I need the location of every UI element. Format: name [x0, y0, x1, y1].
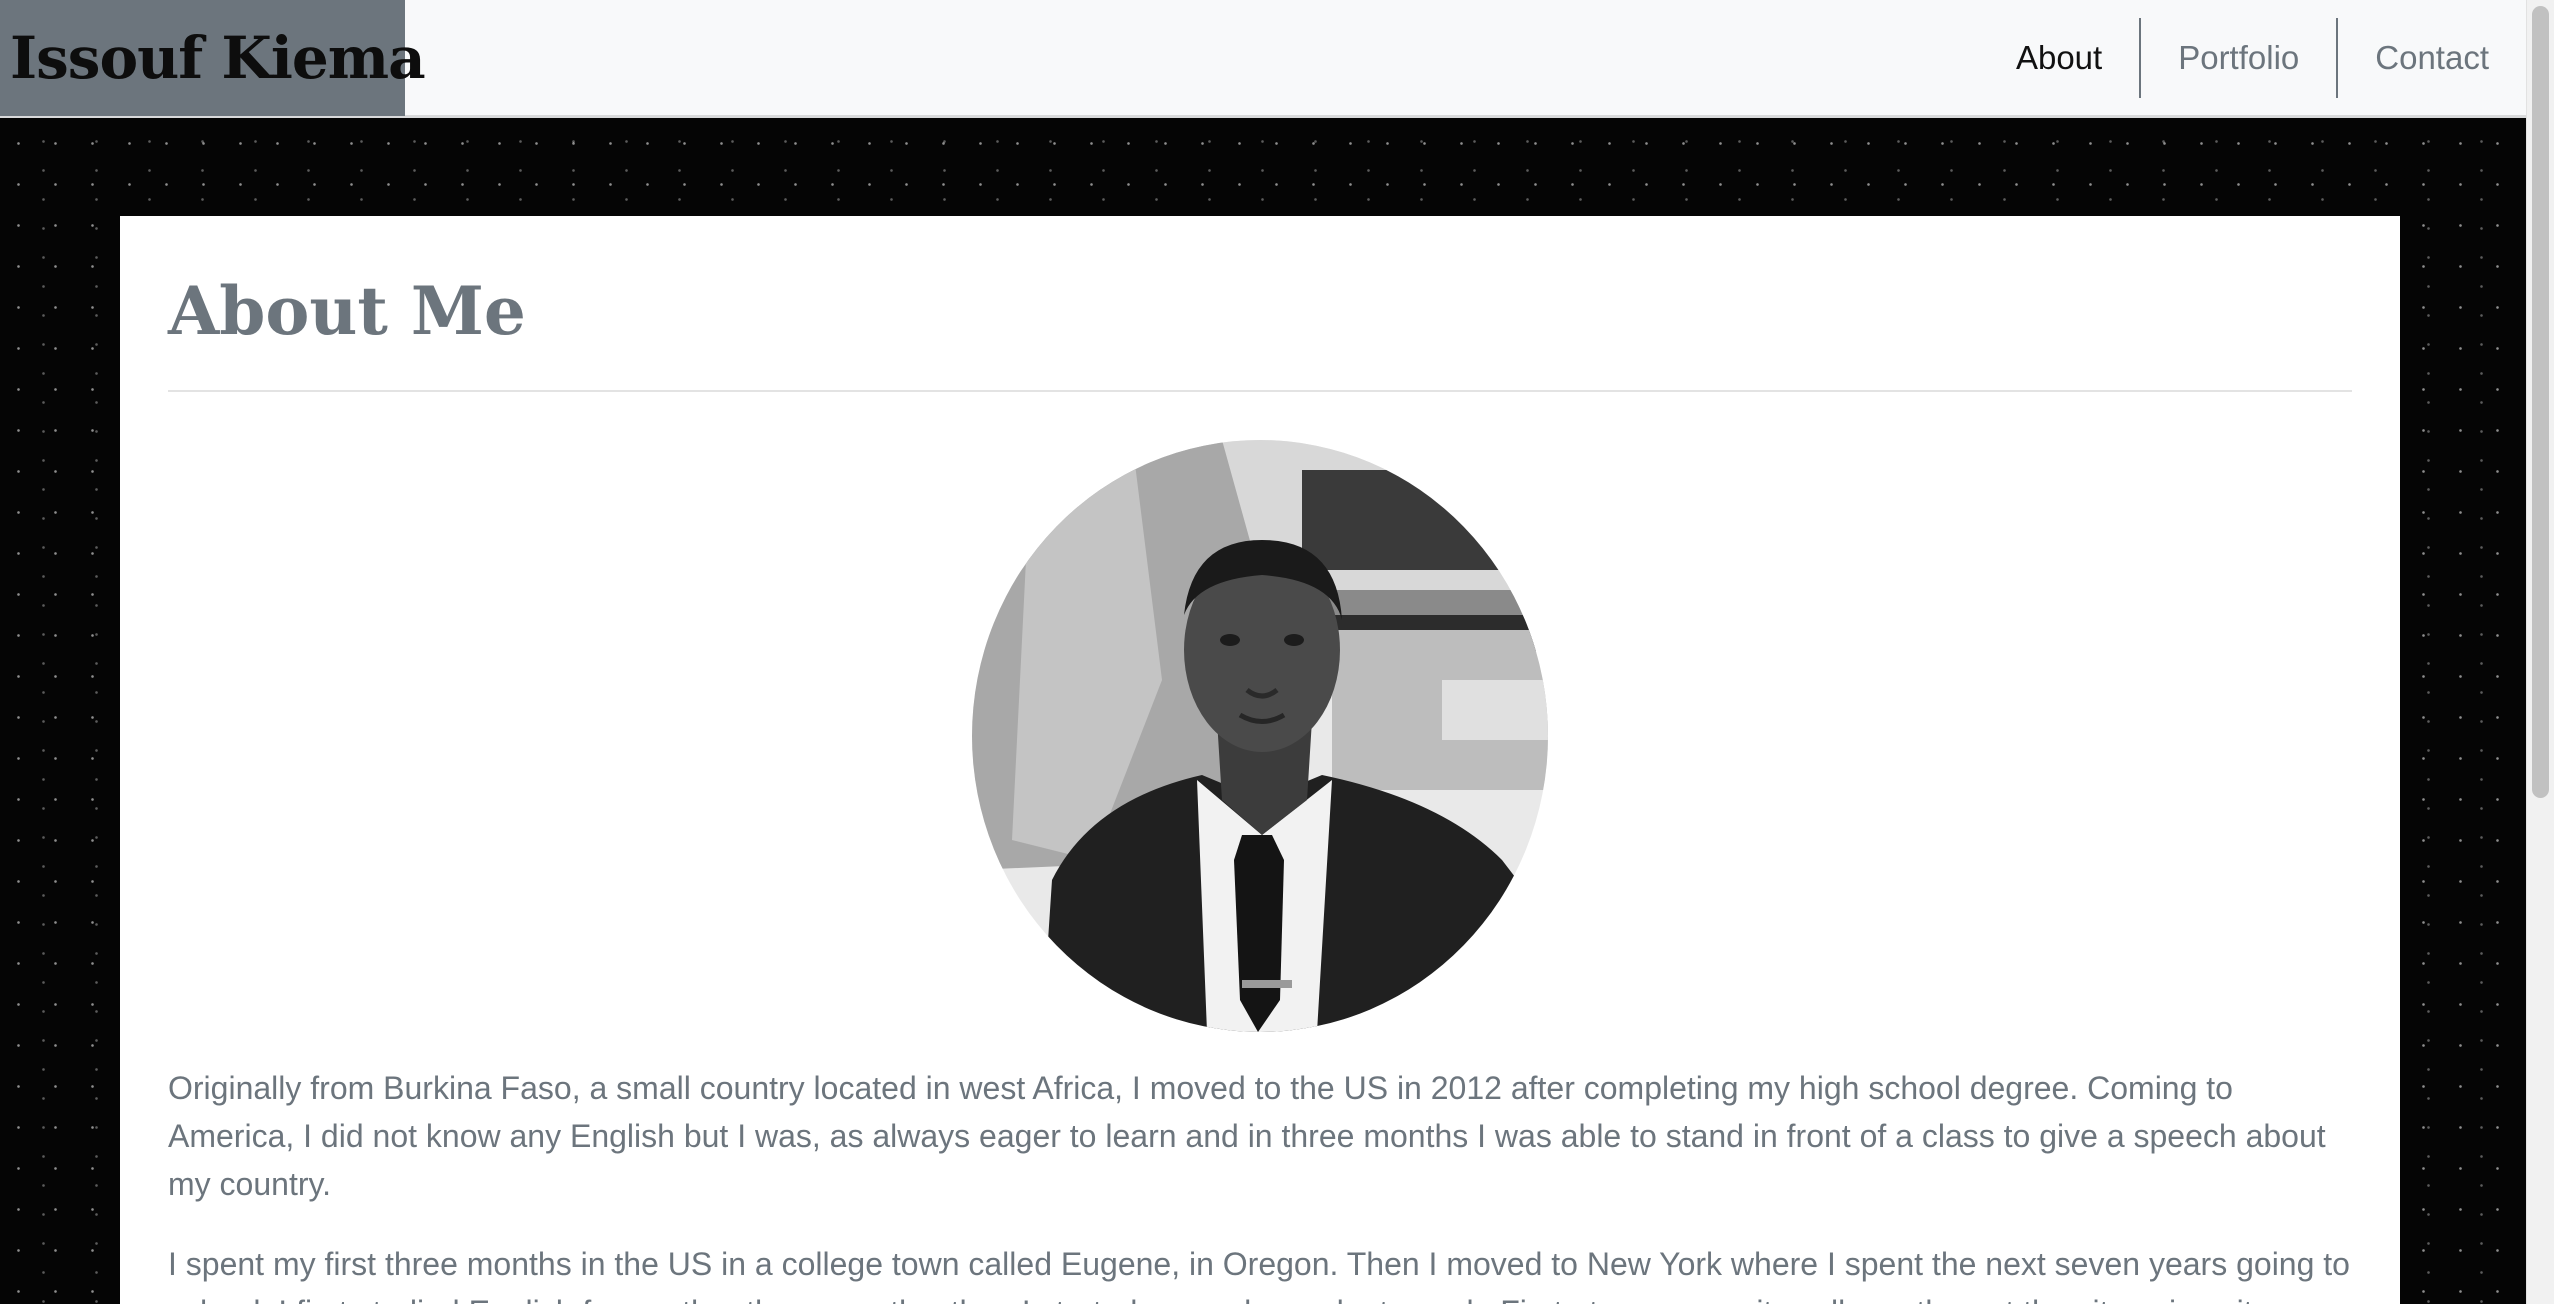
page-title: About Me [168, 272, 526, 350]
title-divider [168, 390, 2352, 392]
about-paragraph: Originally from Burkina Faso, a small co… [168, 1070, 2326, 1202]
profile-photo [972, 440, 1548, 1032]
about-paragraph: I spent my first three months in the US … [168, 1246, 2350, 1304]
about-card: About Me Originally from Burkina Faso, a… [120, 216, 2400, 1304]
nav-link-about[interactable]: About [1979, 18, 2139, 98]
nav-links: About Portfolio Contact [1979, 18, 2526, 98]
scrollbar-thumb[interactable] [2532, 6, 2549, 798]
page-scrollbar[interactable] [2526, 0, 2554, 1304]
brand-logo[interactable]: Issouf Kiema [0, 0, 426, 116]
nav-link-portfolio[interactable]: Portfolio [2141, 18, 2336, 98]
nav-link-contact[interactable]: Contact [2338, 18, 2526, 98]
navbar: Issouf Kiema About Portfolio Contact [0, 0, 2526, 118]
